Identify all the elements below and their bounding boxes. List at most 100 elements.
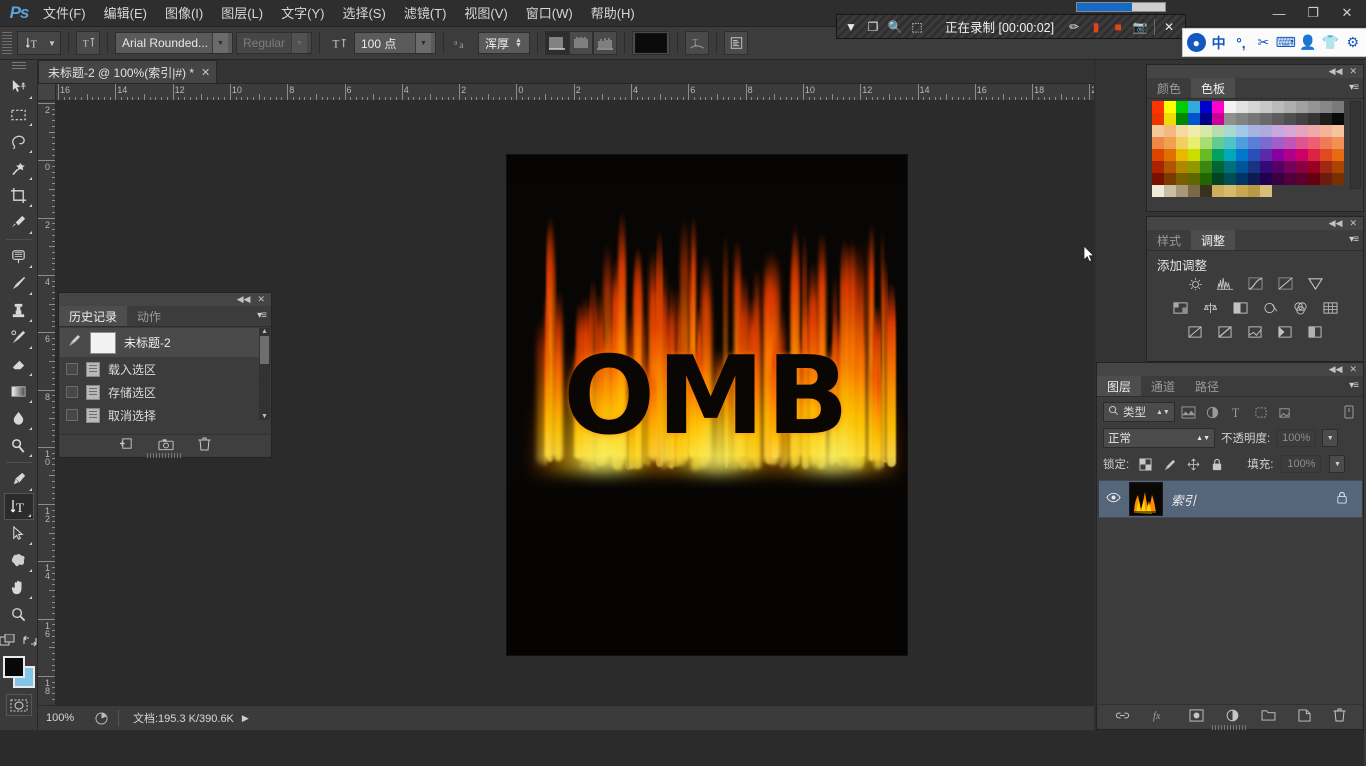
swatch-cell[interactable] <box>1332 137 1344 149</box>
swatch-cell[interactable] <box>1188 173 1200 185</box>
swatch-cell[interactable] <box>1176 125 1188 137</box>
swatch-cell[interactable] <box>1296 173 1308 185</box>
history-brush-toggle[interactable] <box>66 386 78 398</box>
invert-icon[interactable] <box>1185 323 1205 340</box>
color-swatches[interactable] <box>2 656 35 688</box>
swatch-cell[interactable] <box>1284 161 1296 173</box>
swatch-cell[interactable] <box>1308 137 1320 149</box>
swatch-cell[interactable] <box>1152 173 1164 185</box>
swatch-cell[interactable] <box>1332 101 1344 113</box>
tool-preset-chevron-down-icon[interactable]: ▼ <box>46 39 58 48</box>
new-fill-adjustment-icon[interactable] <box>1226 709 1239 725</box>
document-tab[interactable]: 未标题-2 @ 100%(索引|#) * ✕ <box>38 60 218 83</box>
swatch-cell[interactable] <box>1236 173 1248 185</box>
adjustments-panel[interactable]: ◀◀ ✕ 样式 调整 ▾≡ 添加调整 <box>1146 216 1364 362</box>
new-group-icon[interactable] <box>1261 709 1276 724</box>
tab-styles[interactable]: 样式 <box>1147 230 1192 250</box>
swatch-cell[interactable] <box>1236 101 1248 113</box>
ime-person-icon[interactable]: 👤 <box>1298 31 1318 54</box>
swatch-cell[interactable] <box>1212 113 1224 125</box>
threshold-icon[interactable] <box>1245 323 1265 340</box>
opacity-chevron-down-icon[interactable]: ▼ <box>1322 429 1339 447</box>
text-color-swatch[interactable] <box>632 31 670 55</box>
curves-icon[interactable] <box>1245 275 1265 292</box>
swatch-scrollbar[interactable] <box>1350 101 1361 189</box>
black-white-icon[interactable] <box>1230 299 1250 316</box>
layers-panel[interactable]: ◀◀ ✕ 图层 通道 路径 ▾≡ 类型 ▲▼ T 正常 ▲▼ 不透明度: 100… <box>1096 362 1364 730</box>
color-close-icon[interactable]: ✕ <box>1349 66 1357 77</box>
character-panel-toggle[interactable] <box>724 31 748 55</box>
gradient-map-icon[interactable] <box>1275 323 1295 340</box>
swatch-cell[interactable] <box>1188 149 1200 161</box>
lock-position-icon[interactable] <box>1185 456 1201 472</box>
zoom-level[interactable]: 100% <box>38 712 90 724</box>
selective-color-icon[interactable] <box>1305 323 1325 340</box>
warp-text-button[interactable]: T <box>685 31 709 55</box>
tab-actions[interactable]: 动作 <box>127 306 172 326</box>
history-item-row[interactable]: 取消选择 <box>60 404 263 427</box>
swatch-cell[interactable] <box>1164 149 1176 161</box>
healing-brush-tool[interactable] <box>4 243 34 270</box>
recorder-microphone-icon[interactable]: ▮ <box>1086 17 1106 37</box>
color-balance-icon[interactable] <box>1200 299 1220 316</box>
screen-recorder-toolbar[interactable]: ▼ ❐ 🔍 ⬚ 正在录制 [00:00:02] ✏ ▮ ■ 📷 ✕ <box>836 14 1186 39</box>
layer-name[interactable]: 索引 <box>1171 490 1196 509</box>
blend-mode-select[interactable]: 正常 ▲▼ <box>1103 428 1215 448</box>
swatch-cell[interactable] <box>1296 149 1308 161</box>
opacity-value[interactable]: 100% <box>1276 429 1317 447</box>
swatch-cell[interactable] <box>1224 161 1236 173</box>
brush-tool[interactable] <box>4 270 34 297</box>
swatch-cell[interactable] <box>1212 161 1224 173</box>
swatch-cell[interactable] <box>1224 173 1236 185</box>
close-button[interactable]: ✕ <box>1330 0 1364 26</box>
dodge-tool[interactable] <box>4 432 34 459</box>
type-filter-icon[interactable]: T <box>1227 402 1247 422</box>
menu-filter[interactable]: 滤镜(T) <box>395 1 456 26</box>
menu-view[interactable]: 视图(V) <box>455 1 516 26</box>
swatch-cell[interactable] <box>1200 173 1212 185</box>
swatch-cell[interactable] <box>1200 161 1212 173</box>
swatch-cell[interactable] <box>1260 161 1272 173</box>
ime-toolbar[interactable]: ● 中 °, ✂ ⌨ 👤 👕 ⚙ <box>1182 28 1366 57</box>
menu-type[interactable]: 文字(Y) <box>272 1 333 26</box>
new-snapshot-icon[interactable] <box>158 438 174 454</box>
swatch-cell[interactable] <box>1308 161 1320 173</box>
swatch-cell[interactable] <box>1152 101 1164 113</box>
ime-keyboard-icon[interactable]: ⌨ <box>1276 31 1296 54</box>
history-panel[interactable]: ◀◀ ✕ 历史记录 动作 ▾≡ 未标题-2 载入选区 存储选区 取消选择 ▲ ▼ <box>58 292 272 458</box>
swatch-cell[interactable] <box>1248 113 1260 125</box>
swatch-cell[interactable] <box>1248 173 1260 185</box>
recorder-close-icon[interactable]: ✕ <box>1159 17 1179 37</box>
swatch-cell[interactable] <box>1188 125 1200 137</box>
ime-skin-icon[interactable]: 👕 <box>1320 31 1340 54</box>
document-tab-close-icon[interactable]: ✕ <box>201 66 210 79</box>
swatch-cell[interactable] <box>1164 113 1176 125</box>
path-selection-tool[interactable] <box>4 520 34 547</box>
recorder-camera-icon[interactable]: 📷 <box>1130 17 1150 37</box>
swatch-cell[interactable] <box>1260 137 1272 149</box>
tool-preset-picker[interactable]: T ▼ <box>17 31 61 55</box>
swatch-cell[interactable] <box>1260 125 1272 137</box>
swatch-cell[interactable] <box>1164 101 1176 113</box>
align-right-button[interactable] <box>593 31 617 55</box>
toolbox-gripper[interactable] <box>11 62 26 71</box>
swatch-cell[interactable] <box>1308 101 1320 113</box>
swatch-cell[interactable] <box>1224 149 1236 161</box>
lock-image-icon[interactable] <box>1161 456 1177 472</box>
menu-window[interactable]: 窗口(W) <box>517 1 582 26</box>
recorder-window-icon[interactable]: ❐ <box>863 17 883 37</box>
swatch-cell[interactable] <box>1248 137 1260 149</box>
swatch-cell[interactable] <box>1164 137 1176 149</box>
restore-button[interactable]: ❐ <box>1296 0 1330 26</box>
recorder-chevron-down-icon[interactable]: ▼ <box>841 17 861 37</box>
layer-filter-type-select[interactable]: 类型 ▲▼ <box>1103 402 1175 422</box>
ruler-corner[interactable] <box>38 84 56 101</box>
tab-paths[interactable]: 路径 <box>1185 376 1230 396</box>
menu-layer[interactable]: 图层(L) <box>212 1 272 26</box>
history-brush-toggle[interactable] <box>66 409 78 421</box>
history-snapshot-row[interactable]: 未标题-2 <box>60 328 263 358</box>
swatch-cell[interactable] <box>1248 185 1260 197</box>
history-brush-tool[interactable] <box>4 324 34 351</box>
swatch-cell[interactable] <box>1224 125 1236 137</box>
swatch-cell[interactable] <box>1188 101 1200 113</box>
